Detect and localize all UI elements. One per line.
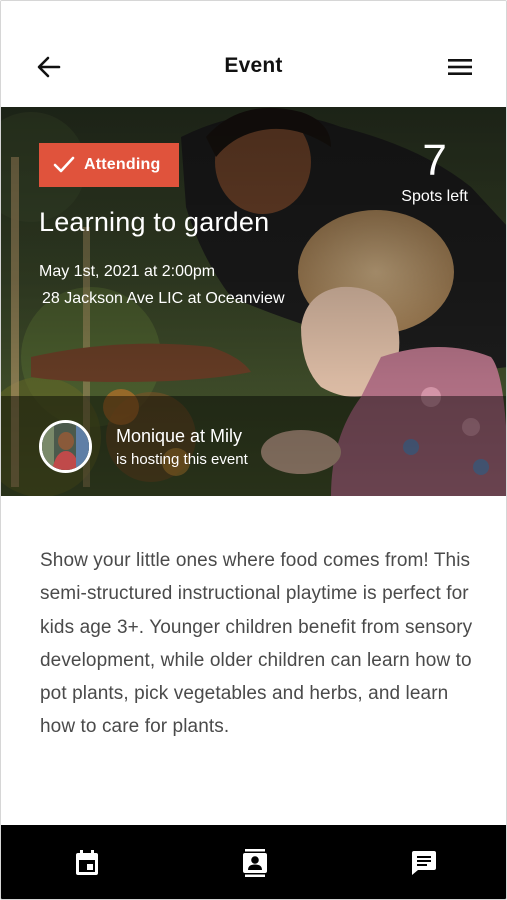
event-hero: Attending 7 Spots left Learning to garde… — [1, 107, 506, 496]
host-bar[interactable]: Monique at Mily is hosting this event — [1, 396, 506, 496]
app-screen: Event Attending 7 Spots left Learning to… — [0, 0, 507, 900]
event-description: Show your little ones where food comes f… — [40, 550, 473, 738]
host-avatar-image — [42, 423, 89, 470]
top-bar: Event — [1, 1, 506, 107]
spots-count: 7 — [422, 136, 447, 185]
event-date: May 1st, 2021 at 2:00pm — [39, 263, 216, 280]
page-title: Event — [224, 54, 283, 77]
menu-button[interactable] — [444, 51, 476, 83]
event-title: Learning to garden — [39, 207, 270, 237]
nav-messages[interactable] — [409, 848, 439, 878]
nav-contacts[interactable] — [240, 848, 270, 878]
contact-card-icon — [243, 849, 267, 877]
host-subtitle: is hosting this event — [116, 451, 248, 468]
bottom-nav — [1, 825, 506, 899]
calendar-icon — [76, 850, 98, 875]
attending-badge[interactable]: Attending — [39, 143, 179, 187]
event-location[interactable]: 28 Jackson Ave LIC at Oceanview — [42, 290, 285, 308]
host-avatar[interactable] — [39, 420, 92, 473]
spots-label: Spots left — [401, 188, 468, 205]
hamburger-menu-icon — [448, 59, 472, 75]
host-name[interactable]: Monique at Mily — [116, 426, 242, 447]
checkmark-icon — [53, 156, 75, 173]
chat-icon — [412, 851, 436, 875]
spots-left: 7 Spots left — [401, 137, 468, 206]
attending-label: Attending — [84, 156, 161, 173]
nav-events[interactable] — [72, 848, 102, 878]
